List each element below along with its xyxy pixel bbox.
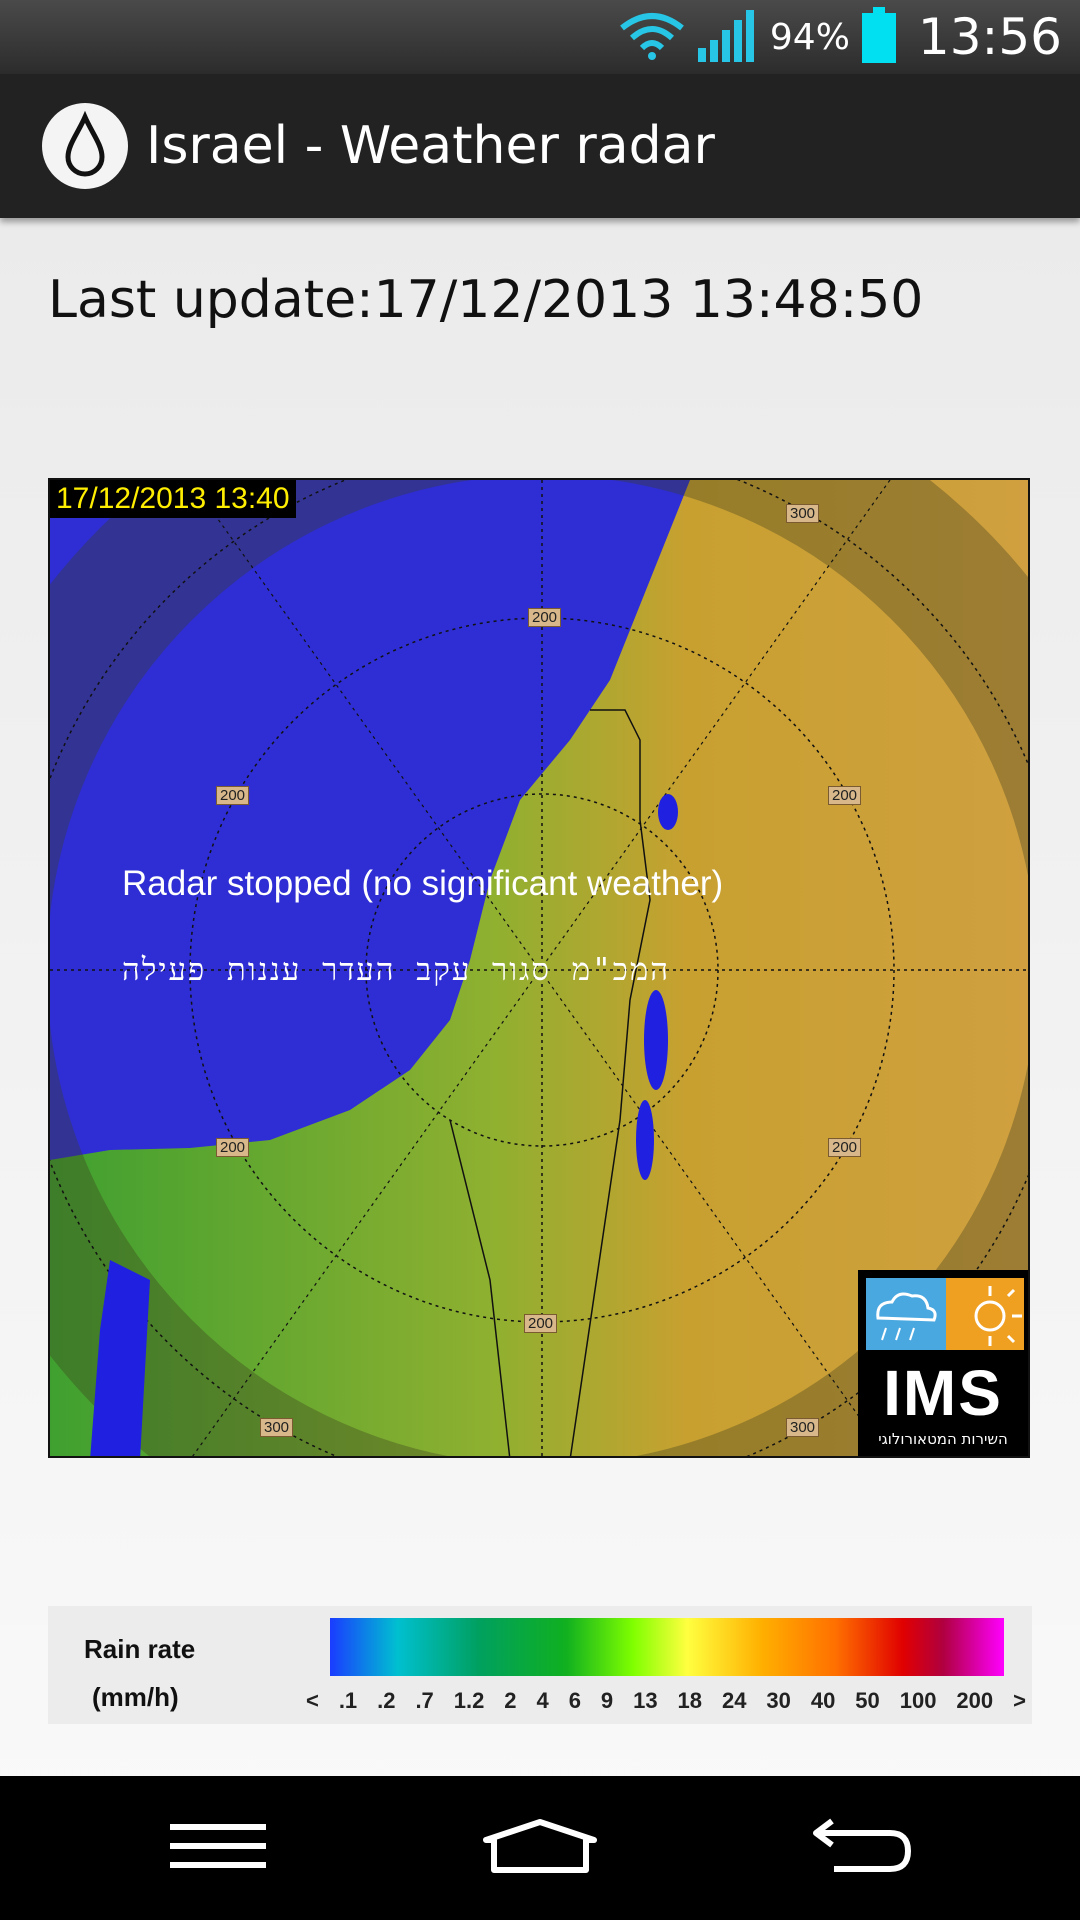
range-label: 200 xyxy=(528,608,562,627)
menu-button[interactable] xyxy=(118,1776,318,1920)
wifi-icon xyxy=(618,10,686,64)
legend-color-bar xyxy=(330,1618,1004,1676)
menu-icon xyxy=(170,1822,266,1874)
status-icons: 94% 13:56 xyxy=(618,0,1062,74)
radar-message-he: המכ"מ סגור עקב העדר עננות פעילה xyxy=(122,952,671,988)
cloud-rain-icon xyxy=(866,1278,946,1350)
legend-tick: 1.2 xyxy=(453,1688,485,1713)
ims-logo-subtitle: השירות המטאורולוגי xyxy=(878,1430,1008,1448)
home-icon xyxy=(482,1818,598,1878)
legend-tick: 100 xyxy=(899,1688,937,1713)
last-update-label: Last update: xyxy=(48,270,374,330)
home-button[interactable] xyxy=(440,1776,640,1920)
rain-rate-legend: Rain rate (mm/h) < .1.2.7 1.2 2 4 6 9 13 18 24 30 4… xyxy=(48,1606,1032,1724)
radar-timestamp: 17/12/2013 13:40 xyxy=(50,480,296,518)
legend-tick: 13 xyxy=(633,1688,658,1713)
ims-logo-text: IMS xyxy=(883,1357,1003,1429)
range-label: 300 xyxy=(260,1418,294,1437)
battery-icon xyxy=(861,7,896,67)
signal-icon xyxy=(696,8,756,66)
app-title: Israel - Weather radar xyxy=(146,116,715,176)
legend-tick: .7 xyxy=(415,1688,434,1713)
water-drop-icon[interactable] xyxy=(42,103,128,189)
range-label: 200 xyxy=(524,1314,558,1333)
back-icon xyxy=(810,1817,914,1879)
range-label: 200 xyxy=(216,1138,250,1157)
legend-tick: 50 xyxy=(855,1688,880,1713)
legend-tick: 6 xyxy=(568,1688,581,1713)
back-button[interactable] xyxy=(762,1776,962,1920)
last-update-value: 17/12/2013 13:48:50 xyxy=(373,270,924,330)
ims-logo: IMS השירות המטאורולוגי xyxy=(858,1270,1028,1456)
action-bar: Israel - Weather radar xyxy=(0,74,1080,218)
status-time: 13:56 xyxy=(917,8,1062,66)
legend-ticks: < .1.2.7 1.2 2 4 6 9 13 18 24 30 40 50 100 200 > xyxy=(306,1688,1026,1718)
range-label: 200 xyxy=(828,1138,862,1157)
legend-tick: > xyxy=(1013,1688,1026,1713)
last-update: Last update:17/12/2013 13:48:50 xyxy=(48,270,923,330)
legend-tick: 4 xyxy=(536,1688,549,1713)
legend-tick: 30 xyxy=(766,1688,791,1713)
legend-tick: .1 xyxy=(338,1688,358,1713)
sun-icon xyxy=(946,1278,1024,1350)
legend-title: Rain rate xyxy=(84,1634,196,1664)
legend-tick: 24 xyxy=(721,1688,747,1713)
legend-tick: 2 xyxy=(504,1688,517,1713)
radar-image: 17/12/2013 13:40 200 200 200 200 200 200… xyxy=(48,478,1030,1458)
legend-unit: (mm/h) xyxy=(92,1682,179,1712)
legend-tick: < xyxy=(306,1688,319,1713)
legend-tick: .2 xyxy=(377,1688,396,1713)
range-label: 300 xyxy=(786,504,820,523)
legend-tick: 9 xyxy=(600,1688,614,1713)
radar-message-en: Radar stopped (no significant weather) xyxy=(122,864,724,903)
legend-tick: 18 xyxy=(677,1688,703,1713)
range-label: 200 xyxy=(828,786,862,805)
legend-tick: 40 xyxy=(810,1688,836,1713)
status-bar: 94% 13:56 xyxy=(0,0,1080,74)
range-label: 300 xyxy=(786,1418,820,1437)
navigation-bar xyxy=(0,1776,1080,1920)
battery-percent: 94% xyxy=(769,16,850,58)
legend-tick: 200 xyxy=(956,1688,994,1713)
range-label: 200 xyxy=(216,786,250,805)
